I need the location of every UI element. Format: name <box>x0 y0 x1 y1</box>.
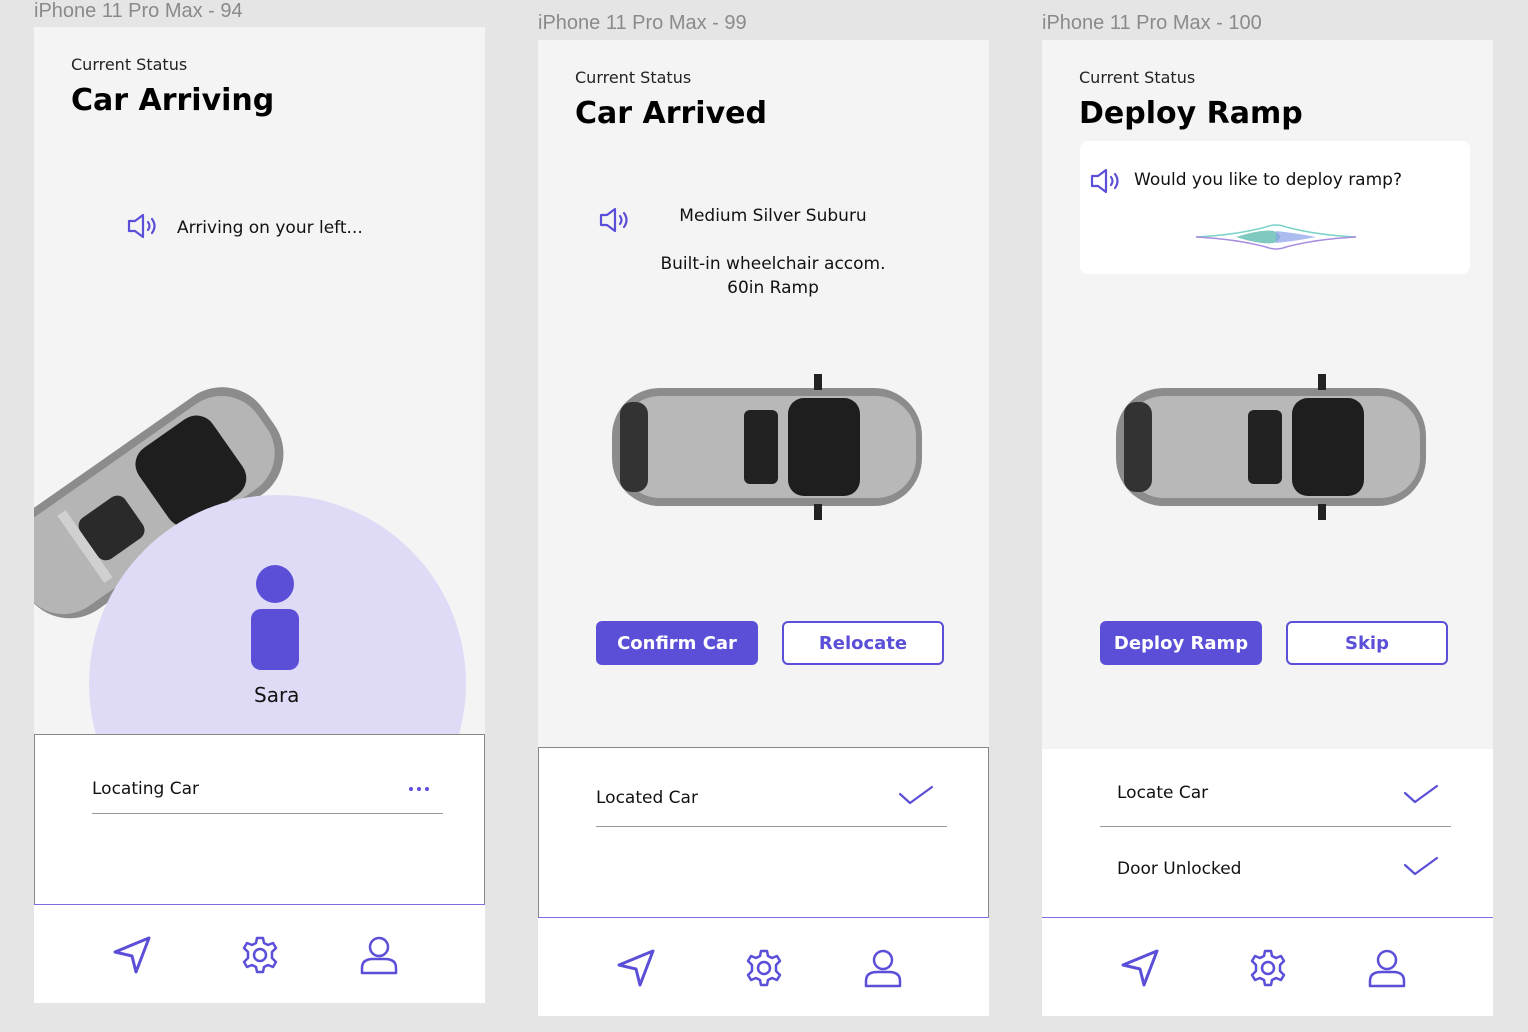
car-image <box>612 374 922 520</box>
frame-label-94: iPhone 11 Pro Max - 94 <box>34 0 243 22</box>
car-name: Medium Silver Suburu <box>679 206 867 226</box>
status-label: Current Status <box>575 68 692 87</box>
frame-label-99: iPhone 11 Pro Max - 99 <box>538 12 747 34</box>
confirm-car-button[interactable]: Confirm Car <box>596 621 758 665</box>
progress-row-label: Locate Car <box>1117 783 1209 803</box>
phone-screen-car-arrived: Current Status Car Arrived Medium Silver… <box>538 40 989 1016</box>
check-icon <box>898 785 934 805</box>
phone-screen-deploy-ramp: Current Status Deploy Ramp Would you lik… <box>1042 40 1493 1016</box>
tab-bar <box>1042 917 1493 1016</box>
gear-icon[interactable] <box>1248 948 1288 988</box>
status-title: Car Arriving <box>71 83 275 118</box>
car-features-line1: Built-in wheelchair accom. <box>660 254 886 274</box>
arrival-message: Arriving on your left... <box>177 218 363 238</box>
user-icon[interactable] <box>1367 948 1407 988</box>
status-label: Current Status <box>1079 68 1196 87</box>
row-divider <box>1100 826 1451 827</box>
skip-button[interactable]: Skip <box>1286 621 1448 665</box>
row-divider <box>596 826 947 827</box>
user-name: Sara <box>254 683 300 707</box>
check-icon <box>1403 784 1439 804</box>
frame-label-100: iPhone 11 Pro Max - 100 <box>1042 12 1262 34</box>
tab-bar <box>34 904 485 1003</box>
status-title: Deploy Ramp <box>1079 96 1303 131</box>
car-features-line2: 60in Ramp <box>727 278 819 298</box>
progress-panel: Locate Car Door Unlocked <box>1042 749 1493 917</box>
progress-panel: Locating Car <box>34 734 485 904</box>
user-icon[interactable] <box>863 948 903 988</box>
progress-row-label: Locating Car <box>92 779 199 799</box>
progress-row-label: Located Car <box>596 788 698 808</box>
person-icon <box>251 565 299 670</box>
gear-icon[interactable] <box>240 935 280 975</box>
phone-screen-car-arriving: Current Status Car Arriving Arriving on … <box>34 27 485 1003</box>
speaker-icon[interactable] <box>126 212 162 240</box>
progress-panel: Located Car <box>538 747 989 917</box>
check-icon <box>1403 856 1439 876</box>
progress-row-label: Door Unlocked <box>1117 859 1242 879</box>
navigation-arrow-icon[interactable] <box>1120 948 1160 988</box>
navigation-arrow-icon[interactable] <box>616 948 656 988</box>
deploy-prompt: Would you like to deploy ramp? <box>1134 170 1402 190</box>
voice-prompt-card: Would you like to deploy ramp? <box>1080 141 1470 274</box>
status-title: Car Arrived <box>575 96 767 131</box>
status-label: Current Status <box>71 55 188 74</box>
deploy-ramp-button[interactable]: Deploy Ramp <box>1100 621 1262 665</box>
speaker-icon[interactable] <box>1089 167 1125 195</box>
ellipsis-icon[interactable] <box>407 785 431 793</box>
car-image <box>1116 374 1426 520</box>
user-icon[interactable] <box>359 935 399 975</box>
relocate-button[interactable]: Relocate <box>782 621 944 665</box>
row-divider <box>92 813 443 814</box>
tab-bar <box>538 917 989 1016</box>
voice-waveform-icon <box>1196 224 1356 250</box>
gear-icon[interactable] <box>744 948 784 988</box>
navigation-arrow-icon[interactable] <box>112 935 152 975</box>
